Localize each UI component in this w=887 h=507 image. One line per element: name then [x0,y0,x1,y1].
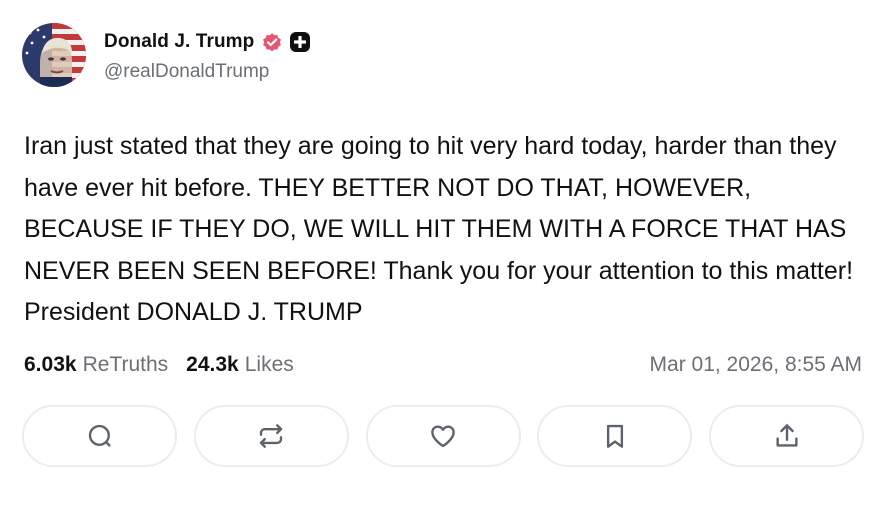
likes-count: 24.3k [186,353,239,376]
like-icon [431,425,455,448]
bookmark-button[interactable] [537,405,693,467]
post-timestamp[interactable]: Mar 01, 2026, 8:55 AM [650,353,862,377]
author-handle[interactable]: @realDonaldTrump [104,61,311,83]
action-bar [22,405,864,469]
name-row: Donald J. Trump [104,27,311,57]
avatar[interactable] [22,23,86,87]
likes-stat[interactable]: 24.3k Likes [186,353,294,377]
retruths-stat[interactable]: 6.03k ReTruths [24,353,168,377]
reply-icon [88,424,111,447]
reply-button[interactable] [22,405,177,467]
retruths-label: ReTruths [82,353,169,376]
post-stats: 6.03k ReTruths 24.3k Likes Mar 01, 2026,… [24,350,862,380]
share-icon [775,424,798,447]
post-text: Iran just stated that they are going to … [24,132,854,326]
post-header: Donald J. Trump @realDonaldTrump [22,22,311,88]
share-button[interactable] [709,405,864,467]
like-button[interactable] [365,405,521,467]
retruth-icon [260,424,283,448]
author-display-name[interactable]: Donald J. Trump [104,31,254,53]
verified-badge-icon [261,31,283,53]
likes-label: Likes [244,353,294,376]
retruths-count: 6.03k [24,353,77,376]
author-identity: Donald J. Trump @realDonaldTrump [104,27,311,83]
plus-badge-icon [289,31,311,53]
retruth-button[interactable] [193,405,349,467]
bookmark-icon [606,424,623,448]
avatar-image [22,23,86,87]
post-card: Donald J. Trump @realDonaldTrump Iran ju… [0,0,887,507]
